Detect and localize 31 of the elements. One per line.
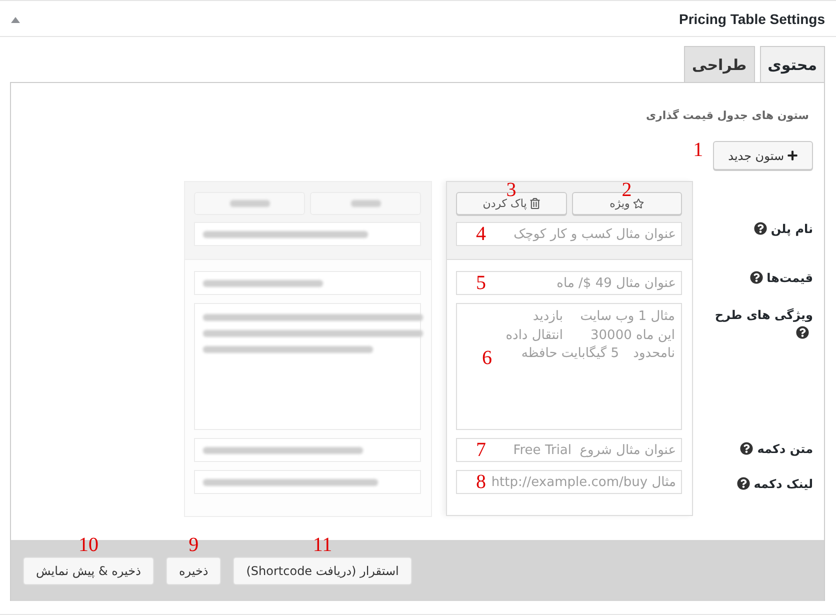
field-label: لینک دکمه <box>754 477 813 491</box>
tab[interactable]: طراحی <box>684 46 755 82</box>
annotation-number: 1 <box>693 141 704 159</box>
field-label: ویژگی های طرح <box>714 308 813 322</box>
tab[interactable]: محتوی <box>760 46 825 82</box>
footer-button[interactable]: ذخیره <box>166 556 222 584</box>
star-icon <box>632 198 644 209</box>
annotation-number: 8 <box>476 473 486 491</box>
footer-button[interactable]: ذخیره & پیش نمایش <box>23 556 154 584</box>
help-icon[interactable] <box>736 477 750 490</box>
field-label: متن دکمه <box>757 442 813 456</box>
trash-icon <box>530 198 540 209</box>
up-triangle-icon[interactable] <box>11 17 20 23</box>
help-icon[interactable] <box>750 271 763 284</box>
plus-icon <box>787 150 798 161</box>
annotation-number: 5 <box>476 274 486 292</box>
field-label: نام پلن <box>770 222 813 236</box>
help-icon[interactable] <box>754 222 767 235</box>
panel-title: Pricing Table Settings <box>679 10 825 26</box>
annotation-number: 10 <box>78 536 98 554</box>
add-column-button[interactable]: ستون جدید <box>713 141 813 170</box>
help-icon[interactable] <box>740 442 754 455</box>
annotation-number: 6 <box>482 349 492 367</box>
footer-button[interactable]: استقرار (دریافت Shortcode) <box>233 556 412 584</box>
annotation-number: 9 <box>188 536 199 554</box>
annotation-number: 11 <box>312 536 332 554</box>
annotation-number: 7 <box>476 441 486 459</box>
field-label: قیمت‌ها <box>766 271 813 285</box>
section-title: ستون های جدول قیمت گذاری <box>644 109 810 123</box>
help-icon[interactable] <box>796 326 809 339</box>
annotation-number: 4 <box>476 225 486 243</box>
